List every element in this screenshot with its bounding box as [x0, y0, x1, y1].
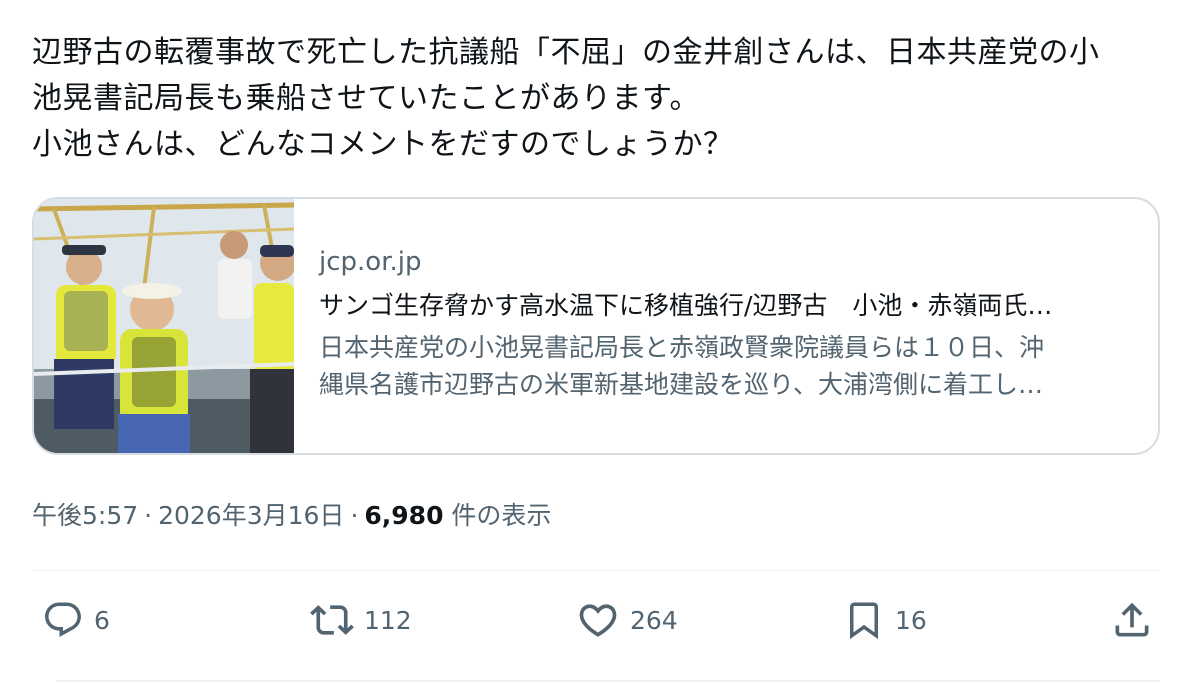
tweet-text-line: 池晃書記局長も乗船させていたことがあります。 [32, 81, 700, 116]
meta-separator: · [144, 501, 153, 530]
meta-separator: · [350, 501, 359, 530]
card-description-line: 縄県名護市辺野古の米軍新基地建設を巡り、大浦湾側に着工し… [319, 370, 1044, 399]
divider [32, 570, 1160, 571]
retweet-icon [310, 605, 354, 635]
boat-protest-photo [34, 199, 294, 453]
card-description: 日本共産党の小池晃書記局長と赤嶺政賢衆院議員らは１０日、沖 縄県名護市辺野古の米… [319, 329, 1134, 403]
bookmark-button[interactable]: 16 [843, 598, 927, 642]
card-description-line: 日本共産党の小池晃書記局長と赤嶺政賢衆院議員らは１０日、沖 [319, 333, 1045, 362]
link-preview-card[interactable]: jcp.or.jp サンゴ生存脅かす高水温下に移植強行/辺野古 小池・赤嶺両氏…… [32, 197, 1160, 455]
tweet-date[interactable]: 2026年3月16日 [158, 501, 344, 530]
like-button[interactable]: 264 [576, 598, 678, 642]
reply-count: 6 [94, 605, 110, 635]
card-thumbnail-image[interactable] [34, 199, 294, 453]
divider [56, 680, 1160, 682]
tweet-text-line: 辺野古の転覆事故で死亡した抗議船「不屈」の金井創さんは、日本共産党の小 [32, 35, 1100, 70]
tweet-meta: 午後5:57 · 2026年3月16日 · 6,980 件の表示 [32, 498, 551, 534]
share-icon [1115, 602, 1149, 637]
card-title[interactable]: サンゴ生存脅かす高水温下に移植強行/辺野古 小池・赤嶺両氏… [319, 289, 1134, 323]
reply-button[interactable]: 6 [42, 598, 110, 642]
bookmark-icon [850, 602, 878, 640]
views-label: 件の表示 [451, 501, 552, 530]
card-body: jcp.or.jp サンゴ生存脅かす高水温下に移植強行/辺野古 小池・赤嶺両氏…… [319, 245, 1134, 403]
heart-icon [579, 604, 617, 637]
share-button[interactable] [1110, 598, 1154, 642]
like-count: 264 [630, 605, 678, 635]
tweet-text: 辺野古の転覆事故で死亡した抗議船「不屈」の金井創さんは、日本共産党の小 池晃書記… [32, 30, 1152, 168]
views-count: 6,980 [364, 501, 444, 530]
retweet-button[interactable]: 112 [310, 598, 412, 642]
tweet-text-line: 小池さんは、どんなコメントをだすのでしょうか？ [32, 127, 734, 162]
reply-icon [45, 602, 81, 637]
bookmark-count: 16 [895, 605, 927, 635]
retweet-count: 112 [364, 605, 412, 635]
card-domain: jcp.or.jp [319, 247, 422, 277]
tweet-time[interactable]: 午後5:57 [32, 501, 138, 530]
